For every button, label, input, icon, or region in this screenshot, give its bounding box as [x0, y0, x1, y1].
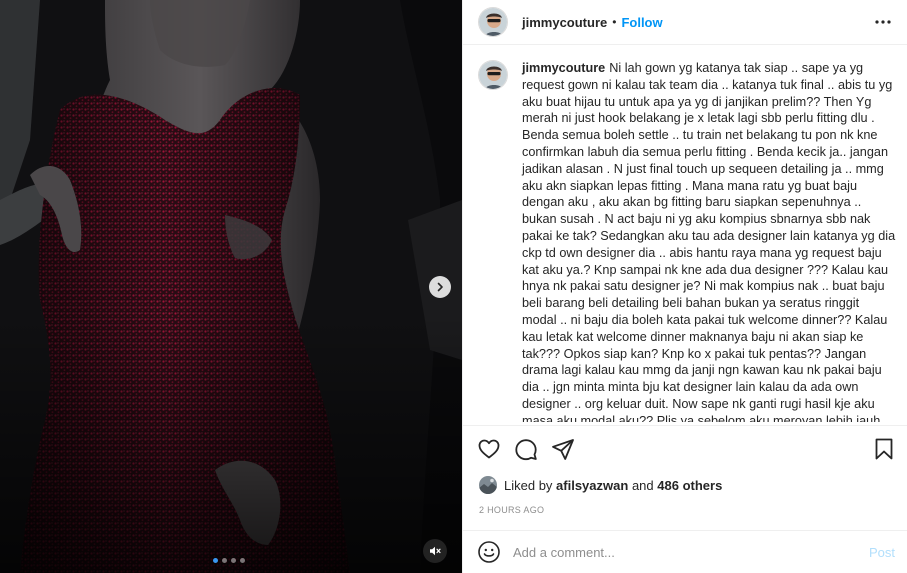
caption-area: jimmycouture Ni lah gown yg katanya tak s…: [478, 60, 897, 422]
chevron-right-icon: [437, 282, 443, 292]
like-button[interactable]: [477, 437, 503, 463]
save-button[interactable]: [872, 437, 898, 463]
caption-username[interactable]: jimmycouture: [522, 61, 605, 75]
liked-by-middle: and: [631, 477, 654, 493]
mute-button[interactable]: [423, 539, 447, 563]
liked-by-prefix: Liked by: [504, 477, 553, 493]
separator-dot: •: [612, 15, 617, 29]
carousel-dot: [240, 558, 245, 563]
avatar[interactable]: [478, 7, 508, 37]
comment-button[interactable]: [514, 437, 540, 463]
emoji-button[interactable]: [477, 540, 501, 564]
speaker-muted-icon: [430, 546, 441, 556]
carousel-indicator: [213, 558, 245, 563]
carousel-dot: [222, 558, 227, 563]
comment-input[interactable]: [513, 544, 869, 560]
caption-avatar[interactable]: [478, 60, 508, 90]
caption-text: Ni lah gown yg katanya tak siap .. sape …: [522, 61, 896, 422]
post-sidebar: jimmycouture • Follow jimmycouture Ni lah…: [462, 0, 907, 573]
liked-by-user[interactable]: afilsyazwan: [556, 478, 628, 493]
comment-icon: [515, 439, 537, 461]
post-timestamp[interactable]: 2 HOURS AGO: [479, 505, 544, 515]
comment-bar: Post: [463, 530, 907, 573]
carousel-next-button[interactable]: [429, 276, 451, 298]
post-caption: jimmycouture Ni lah gown yg katanya tak s…: [522, 60, 897, 422]
share-button[interactable]: [551, 437, 577, 463]
more-options-button[interactable]: [873, 12, 893, 32]
carousel-dot: [231, 558, 236, 563]
bookmark-icon: [875, 438, 893, 460]
post-comment-button[interactable]: Post: [869, 545, 895, 560]
gown-photo: [0, 0, 462, 573]
share-icon: [552, 439, 574, 460]
heart-icon: [478, 439, 500, 459]
liker-avatar[interactable]: [479, 476, 497, 494]
post-username[interactable]: jimmycouture: [522, 15, 607, 30]
divider: [463, 425, 907, 426]
post-media[interactable]: [0, 0, 462, 573]
likes-summary: Liked by afilsyazwan and 486 others: [479, 476, 722, 494]
action-bar: [477, 437, 898, 463]
more-options-icon: [875, 20, 891, 24]
follow-button[interactable]: Follow: [621, 15, 662, 30]
carousel-dot: [213, 558, 218, 563]
emoji-icon: [478, 541, 500, 563]
post-header: jimmycouture • Follow: [463, 0, 907, 45]
liked-by-count[interactable]: 486 others: [657, 478, 722, 493]
